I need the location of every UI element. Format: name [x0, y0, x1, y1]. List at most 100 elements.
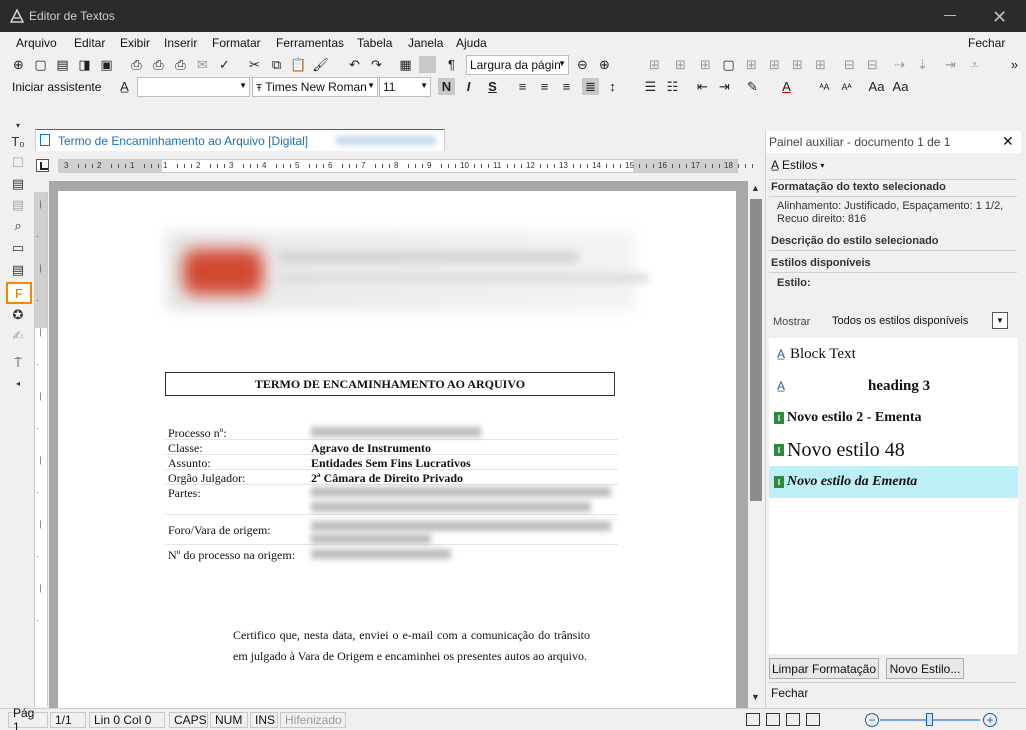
- scroll-up-icon[interactable]: ▲: [751, 183, 760, 193]
- table-row-icon[interactable]: ⊞: [743, 56, 760, 73]
- style-item-heading-3[interactable]: A̲ heading 3: [769, 370, 1018, 402]
- shrink-font-icon[interactable]: Aᴬ: [838, 78, 855, 95]
- certificate-icon[interactable]: ✪: [9, 306, 27, 324]
- text-format-icon[interactable]: T₀: [9, 132, 27, 150]
- cut-icon[interactable]: ✂: [246, 56, 263, 73]
- email-icon[interactable]: ✉: [194, 56, 211, 73]
- scroll-left-icon[interactable]: ◂: [9, 374, 27, 392]
- font-select[interactable]: Ŧ Times New Roman ▼: [252, 77, 378, 97]
- menu-arquivo[interactable]: Arquivo: [16, 36, 57, 50]
- align-center-icon[interactable]: ≡: [536, 78, 553, 95]
- open-folder-icon[interactable]: ▤: [54, 56, 71, 73]
- table-borders-icon[interactable]: ▢: [720, 56, 737, 73]
- new-blank-icon[interactable]: ▢: [32, 56, 49, 73]
- print-icon[interactable]: ⎙: [128, 56, 145, 73]
- two-page-view-icon[interactable]: [806, 713, 820, 726]
- style-item-novo-estilo-ementa[interactable]: I Novo estilo da Ementa: [769, 466, 1018, 498]
- table-merge-icon[interactable]: ⊞: [672, 56, 689, 73]
- italic-button[interactable]: I: [460, 78, 477, 95]
- table-col-icon[interactable]: ⊞: [766, 56, 783, 73]
- increase-indent-icon[interactable]: ⇥: [716, 78, 733, 95]
- menu-fechar[interactable]: Fechar: [968, 36, 1005, 50]
- menu-ajuda[interactable]: Ajuda: [456, 36, 487, 50]
- bullet-list-icon[interactable]: ☰: [642, 78, 659, 95]
- table-insert-icon[interactable]: ⊞: [646, 56, 663, 73]
- assistant-button[interactable]: Iniciar assistente: [12, 80, 101, 94]
- align-right-icon[interactable]: ≡: [558, 78, 575, 95]
- menu-exibir[interactable]: Exibir: [120, 36, 150, 50]
- open-recent-icon[interactable]: ◨: [76, 56, 93, 73]
- new-document-icon[interactable]: ⊕: [10, 56, 27, 73]
- form-list-icon[interactable]: ⇥: [942, 56, 959, 73]
- print-settings-icon[interactable]: ⎙: [172, 56, 189, 73]
- scrollbar-thumb[interactable]: [750, 199, 762, 501]
- styles-icon[interactable]: A̲: [116, 78, 133, 95]
- panel-close-button[interactable]: Fechar: [771, 686, 808, 700]
- clear-format-icon[interactable]: Aa: [892, 78, 909, 95]
- copy-block-icon[interactable]: ▤: [9, 196, 27, 214]
- filter-icon[interactable]: ⩡: [966, 56, 983, 73]
- clear-formatting-button[interactable]: Limpar Formatação: [769, 658, 879, 679]
- document-tab[interactable]: Termo de Encaminhamento ao Arquivo [Digi…: [35, 129, 445, 151]
- document-area[interactable]: TERMO DE ENCAMINHAMENTO AO ARQUIVO Proce…: [49, 181, 748, 708]
- table-props-icon[interactable]: ⊟: [864, 56, 881, 73]
- list-doc-icon[interactable]: ▤: [9, 261, 27, 279]
- insert-table-icon[interactable]: ▦: [397, 56, 414, 73]
- print-preview-icon[interactable]: ⎙: [150, 56, 167, 73]
- menu-inserir[interactable]: Inserir: [164, 36, 197, 50]
- spellcheck-icon[interactable]: ✓: [216, 56, 233, 73]
- horizontal-ruler[interactable]: 3 2 1 1 2 3 4 5 6 7 8 9 10 11 12 13 14 15 16 17 18: [58, 159, 753, 173]
- zoom-out-button[interactable]: −: [865, 713, 879, 727]
- underline-button[interactable]: S: [484, 78, 501, 95]
- grow-font-icon[interactable]: ᴬA: [816, 78, 833, 95]
- form-document-icon[interactable]: F: [6, 282, 32, 304]
- menu-ferramentas[interactable]: Ferramentas: [276, 36, 344, 50]
- document-scrollbar[interactable]: ▲ ▼: [748, 181, 764, 708]
- tab-stop-selector[interactable]: [36, 159, 49, 172]
- zoom-slider-thumb[interactable]: [926, 713, 933, 726]
- style-item-novo-estilo-2[interactable]: I Novo estilo 2 - Ementa: [769, 402, 1018, 434]
- font-size-select[interactable]: 11 ▼: [379, 77, 431, 97]
- style-item-novo-estilo-48[interactable]: I Novo estilo 48: [769, 434, 1018, 466]
- web-view-icon[interactable]: [786, 713, 800, 726]
- redo-icon[interactable]: ↷: [368, 56, 385, 73]
- menu-editar[interactable]: Editar: [74, 36, 105, 50]
- menu-formatar[interactable]: Formatar: [212, 36, 261, 50]
- form-check-icon[interactable]: ⇣: [914, 56, 931, 73]
- table-delete-icon[interactable]: ⊟: [841, 56, 858, 73]
- case-icon[interactable]: Aa: [868, 78, 885, 95]
- style-item-block-text[interactable]: A̲ Block Text: [769, 338, 1018, 370]
- zoom-in-icon[interactable]: ⊕: [596, 56, 613, 73]
- overflow-chevron-icon[interactable]: »: [1006, 56, 1023, 73]
- decrease-indent-icon[interactable]: ⇤: [694, 78, 711, 95]
- font-color-icon[interactable]: A: [778, 78, 795, 95]
- signature-icon[interactable]: ✍: [9, 327, 27, 345]
- style-select[interactable]: ▼: [137, 77, 250, 97]
- format-painter-icon[interactable]: 🖌: [312, 56, 329, 73]
- draft-view-icon[interactable]: [766, 713, 780, 726]
- undo-icon[interactable]: ↶: [346, 56, 363, 73]
- page-view-icon[interactable]: [746, 713, 760, 726]
- line-spacing-icon[interactable]: ↕: [604, 78, 621, 95]
- save-icon[interactable]: ▣: [98, 56, 115, 73]
- document-page[interactable]: TERMO DE ENCAMINHAMENTO AO ARQUIVO Proce…: [58, 191, 736, 708]
- styles-dropdown[interactable]: A̲ Estilos ▾: [771, 158, 824, 172]
- show-select[interactable]: Todos os estilos disponíveis ▼: [816, 312, 1008, 331]
- scroll-down-icon[interactable]: ▼: [751, 692, 760, 702]
- align-left-icon[interactable]: ≡: [514, 78, 531, 95]
- paste-icon[interactable]: 📋: [290, 56, 307, 73]
- comment-icon[interactable]: ▭: [9, 239, 27, 257]
- close-window-button[interactable]: ✕: [992, 7, 1007, 28]
- paint-brush-icon[interactable]: ⍑: [9, 354, 27, 372]
- table-cell-icon[interactable]: ⊞: [789, 56, 806, 73]
- table-grid-icon[interactable]: ⊞: [812, 56, 829, 73]
- zoom-select[interactable]: Largura da págin ▼: [466, 55, 569, 75]
- numbered-list-icon[interactable]: ☷: [664, 78, 681, 95]
- minimize-button[interactable]: [944, 15, 956, 16]
- zoom-in-button[interactable]: +: [983, 713, 997, 727]
- paragraph-marks-icon[interactable]: ¶: [443, 56, 460, 73]
- align-justify-icon[interactable]: ≣: [582, 78, 599, 95]
- template-icon[interactable]: ▤: [9, 175, 27, 193]
- menu-tabela[interactable]: Tabela: [357, 36, 392, 50]
- menu-janela[interactable]: Janela: [408, 36, 443, 50]
